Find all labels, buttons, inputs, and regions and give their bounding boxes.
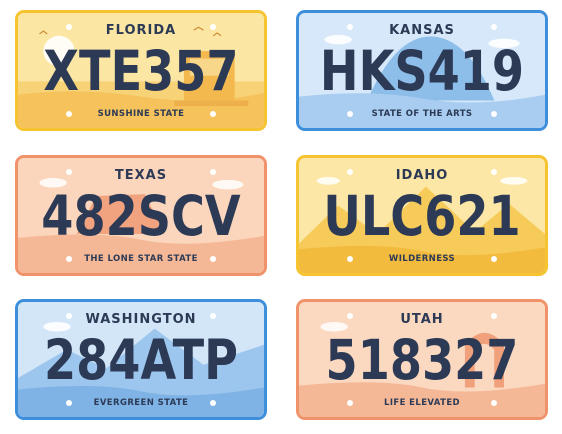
state-name: IDAHO: [395, 168, 449, 183]
state-slogan: EVERGREEN STATE: [93, 398, 189, 408]
mount-hole: [491, 169, 497, 175]
state-name: TEXAS: [114, 168, 168, 183]
mount-hole: [347, 169, 353, 175]
mount-hole: [210, 24, 216, 30]
license-plate-utah: UTAH 518327 LIFE ELEVATED: [296, 299, 548, 420]
mount-hole: [210, 256, 216, 262]
mount-hole: [347, 400, 353, 406]
mount-hole: [66, 400, 72, 406]
mount-hole: [347, 256, 353, 262]
mount-hole: [66, 169, 72, 175]
mount-hole: [347, 111, 353, 117]
license-plate-kansas: KANSAS HKS419 STATE OF THE ARTS: [296, 10, 548, 131]
state-slogan: SUNSHINE STATE: [97, 109, 185, 119]
mount-hole: [210, 400, 216, 406]
mount-hole: [491, 24, 497, 30]
plate-number: 518327: [325, 328, 519, 392]
state-slogan: LIFE ELEVATED: [384, 398, 460, 408]
mount-hole: [491, 256, 497, 262]
license-plate-texas: TEXAS 482SCV THE LONE STAR STATE: [15, 155, 267, 276]
state-slogan: STATE OF THE ARTS: [371, 109, 473, 119]
state-name: WASHINGTON: [85, 312, 197, 327]
mount-hole: [66, 313, 72, 319]
state-slogan: WILDERNESS: [388, 254, 456, 264]
plate-number: XTE357: [43, 39, 239, 103]
plate-number: ULC621: [323, 184, 521, 248]
mount-hole: [66, 256, 72, 262]
license-plate-idaho: IDAHO ULC621 WILDERNESS: [296, 155, 548, 276]
license-plate-washington: WASHINGTON 284ATP EVERGREEN STATE: [15, 299, 267, 420]
mount-hole: [491, 313, 497, 319]
mount-hole: [210, 313, 216, 319]
plate-number: 482SCV: [41, 184, 241, 248]
mount-hole: [491, 111, 497, 117]
mount-hole: [210, 169, 216, 175]
mount-hole: [347, 313, 353, 319]
mount-hole: [491, 400, 497, 406]
state-slogan: THE LONE STAR STATE: [84, 254, 198, 264]
plate-number: 284ATP: [44, 328, 238, 392]
state-name: KANSAS: [389, 23, 455, 38]
mount-hole: [347, 24, 353, 30]
license-plate-florida: FLORIDA XTE357 SUNSHINE STATE: [15, 10, 267, 131]
state-name: FLORIDA: [105, 23, 177, 38]
mount-hole: [66, 24, 72, 30]
mount-hole: [210, 111, 216, 117]
mount-hole: [66, 111, 72, 117]
plate-number: HKS419: [319, 39, 525, 103]
state-name: UTAH: [400, 312, 444, 327]
